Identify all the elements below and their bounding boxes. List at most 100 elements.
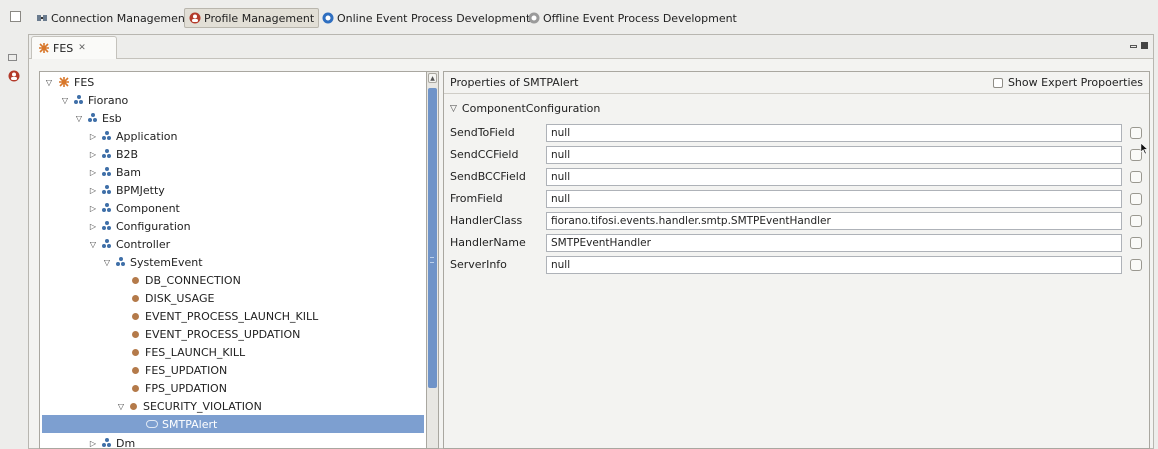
perspective-offline-event-process[interactable]: Offline Event Process Development [524, 8, 741, 28]
property-value-field[interactable]: null [546, 124, 1122, 142]
property-edit-button[interactable] [1130, 127, 1142, 139]
tree-item[interactable]: DB_CONNECTION [132, 271, 241, 289]
property-value-field[interactable]: null [546, 256, 1122, 274]
tree-item[interactable]: ▽ SECURITY_VIOLATION [116, 397, 262, 415]
tree-item[interactable]: EVENT_PROCESS_UPDATION [132, 325, 300, 343]
tree-item[interactable]: EVENT_PROCESS_LAUNCH_KILL [132, 307, 318, 325]
mouse-cursor-icon [1140, 142, 1149, 155]
collapsed-icon[interactable]: ▷ [88, 131, 98, 141]
tree-item[interactable]: ▷ BPMJetty [88, 181, 165, 199]
package-icon [102, 203, 112, 213]
property-label: HandlerClass [450, 214, 523, 227]
package-icon [88, 113, 98, 123]
profile-tree: ▽ FES ▽ Fiorano ▽ Esb ▷ Application ▷ B2… [39, 71, 427, 449]
tree-item[interactable]: ▽ Esb [74, 109, 122, 127]
profile-icon [189, 12, 201, 24]
property-label: SendToField [450, 126, 515, 139]
perspective-connection-management[interactable]: Connection Management [32, 8, 193, 28]
property-edit-button[interactable] [1130, 215, 1142, 227]
tab-label: FES [53, 41, 74, 55]
property-label: SendBCCField [450, 170, 526, 183]
property-value-field[interactable]: null [546, 146, 1122, 164]
property-row: FromField null [450, 190, 1142, 208]
tree-item[interactable]: ▷ Component [88, 199, 180, 217]
expert-label: Show Expert Propoerties [1007, 76, 1143, 89]
open-perspective-icon[interactable] [10, 11, 21, 22]
tree-item[interactable]: ▷ Dm [88, 434, 135, 449]
collapsed-icon[interactable]: ▷ [88, 167, 98, 177]
expanded-icon[interactable]: ▽ [74, 113, 84, 123]
collapsed-icon[interactable]: ▷ [88, 438, 98, 448]
connection-icon [37, 15, 47, 21]
perspective-profile-management[interactable]: Profile Management [184, 8, 320, 28]
property-value-field[interactable]: SMTPEventHandler [546, 234, 1122, 252]
property-label: FromField [450, 192, 503, 205]
property-edit-button[interactable] [1130, 259, 1142, 271]
tree-item[interactable]: ▷ Bam [88, 163, 141, 181]
expanded-icon[interactable]: ▽ [102, 257, 112, 267]
tree-item[interactable]: ▽ Fiorano [60, 91, 128, 109]
event-icon [132, 330, 139, 338]
expanded-icon[interactable]: ▽ [88, 239, 98, 249]
event-icon [132, 348, 139, 356]
property-edit-button[interactable] [1130, 171, 1142, 183]
property-value-field[interactable]: null [546, 168, 1122, 186]
tree-item-selected[interactable]: SMTPAlert [42, 415, 424, 433]
expanded-icon[interactable]: ▽ [44, 77, 54, 87]
view-tab-bar: FES ✕ [29, 35, 1153, 59]
perspective-label: Offline Event Process Development [543, 11, 737, 25]
tree-item[interactable]: FPS_UPDATION [132, 379, 227, 397]
profile-icon[interactable] [8, 70, 20, 82]
minimize-icon[interactable] [1130, 45, 1137, 48]
event-icon [132, 312, 139, 320]
tree-scrollbar[interactable]: ▲ [427, 71, 439, 449]
fes-icon [39, 43, 49, 53]
package-icon [102, 167, 112, 177]
scroll-grip [430, 257, 434, 263]
tree-item[interactable]: ▷ B2B [88, 145, 138, 163]
property-label: SendCCField [450, 148, 519, 161]
maximize-icon[interactable] [1141, 42, 1148, 49]
tree-item[interactable]: ▽ Controller [88, 235, 170, 253]
package-icon [116, 257, 126, 267]
property-value-field[interactable]: null [546, 190, 1122, 208]
tree-item[interactable]: FES_LAUNCH_KILL [132, 343, 245, 361]
collapsed-icon[interactable]: ▷ [88, 221, 98, 231]
restore-icon[interactable] [8, 54, 17, 61]
fes-icon [59, 77, 69, 87]
show-expert-properties[interactable]: Show Expert Propoerties [992, 76, 1143, 89]
package-icon [102, 221, 112, 231]
expanded-icon[interactable]: ▽ [60, 95, 70, 105]
tree-item[interactable]: ▷ Application [88, 127, 178, 145]
section-component-configuration[interactable]: ▽ ComponentConfiguration [450, 102, 600, 115]
package-icon [102, 131, 112, 141]
property-row: HandlerName SMTPEventHandler [450, 234, 1142, 252]
tree-item[interactable]: DISK_USAGE [132, 289, 214, 307]
tree-item[interactable]: FES_UPDATION [132, 361, 227, 379]
property-edit-button[interactable] [1130, 237, 1142, 249]
tree-item-fes[interactable]: ▽ FES [44, 73, 94, 91]
tab-fes[interactable]: FES ✕ [31, 36, 117, 59]
tree-item[interactable]: ▷ Configuration [88, 217, 191, 235]
property-value-field[interactable]: fiorano.tifosi.events.handler.smtp.SMTPE… [546, 212, 1122, 230]
close-icon[interactable]: ✕ [78, 43, 86, 53]
scroll-up-icon[interactable]: ▲ [428, 73, 437, 83]
perspective-label: Profile Management [204, 11, 315, 25]
expanded-icon[interactable]: ▽ [450, 104, 457, 114]
fes-view: FES ✕ ▽ FES ▽ Fiorano ▽ Esb ▷ Applicatio… [28, 34, 1154, 449]
collapsed-icon[interactable]: ▷ [88, 203, 98, 213]
property-label: HandlerName [450, 236, 526, 249]
expanded-icon[interactable]: ▽ [116, 401, 126, 411]
collapsed-icon[interactable]: ▷ [88, 185, 98, 195]
property-edit-button[interactable] [1130, 193, 1142, 205]
properties-header: Properties of SMTPAlert Show Expert Prop… [444, 72, 1149, 94]
scroll-thumb[interactable] [428, 88, 437, 388]
event-icon [132, 384, 139, 392]
section-title: ComponentConfiguration [461, 102, 601, 115]
tree-item[interactable]: ▽ SystemEvent [102, 253, 203, 271]
perspective-online-event-process[interactable]: Online Event Process Development [318, 8, 534, 28]
collapsed-icon[interactable]: ▷ [88, 149, 98, 159]
expert-checkbox[interactable] [992, 77, 1003, 88]
property-row: SendBCCField null [450, 168, 1142, 186]
perspective-label: Connection Management [51, 11, 190, 25]
